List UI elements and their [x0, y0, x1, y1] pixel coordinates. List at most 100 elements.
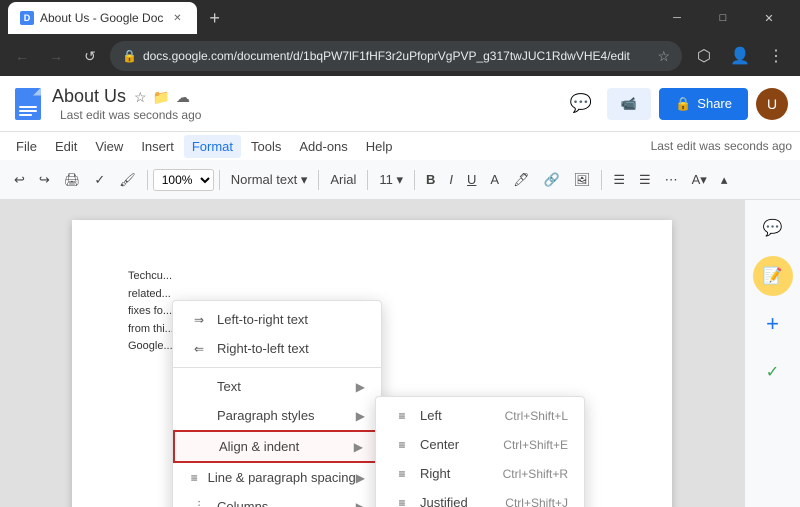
print-button[interactable]: 🖨	[58, 166, 87, 194]
new-tab-button[interactable]: +	[205, 8, 224, 29]
format-text[interactable]: Text ▶	[173, 372, 381, 401]
window-controls: ─ □ ✕	[654, 0, 792, 36]
address-bar: ← → ↺ 🔒 docs.google.com/document/d/1bqPW…	[0, 36, 800, 76]
align-submenu: ≡ Left Ctrl+Shift+L ≡ Center Ctrl+Shift+…	[375, 396, 585, 507]
align-left[interactable]: ≡ Left Ctrl+Shift+L	[376, 401, 584, 430]
align-right-icon: ≡	[392, 467, 412, 481]
align-justified-label: Justified	[420, 495, 485, 507]
browser-toolbar: ⬡ 👤 ⋮	[688, 40, 792, 72]
menu-format[interactable]: Format	[184, 135, 241, 158]
toolbar-divider-4	[367, 170, 368, 190]
italic-button[interactable]: I	[443, 166, 459, 194]
last-edit-status: Last edit was seconds ago	[651, 139, 792, 153]
docs-logo-icon	[15, 88, 41, 120]
star-doc-icon[interactable]: ☆	[134, 89, 147, 106]
user-avatar[interactable]: U	[756, 88, 788, 120]
bold-button[interactable]: B	[420, 166, 441, 194]
format-columns[interactable]: ⫶ Columns ▶	[173, 492, 381, 507]
more-button[interactable]: ⋯	[659, 166, 684, 194]
text-direction-button[interactable]: A▾	[686, 166, 713, 194]
format-paragraph[interactable]: Paragraph styles ▶	[173, 401, 381, 430]
back-button[interactable]: ←	[8, 42, 36, 70]
toolbar-divider-5	[414, 170, 415, 190]
tab-close-button[interactable]: ✕	[169, 10, 185, 26]
rtl-label: Right-to-left text	[217, 341, 365, 356]
share-button[interactable]: 🔒 Share	[659, 88, 748, 120]
header-right: 💬 📹 🔒 Share U	[563, 86, 788, 122]
right-sidebar: 💬 📝 + ✓	[744, 200, 800, 507]
underline-button[interactable]: U	[461, 166, 482, 194]
minimize-button[interactable]: ─	[654, 0, 700, 36]
close-button[interactable]: ✕	[746, 0, 792, 36]
align-left-label: Left	[420, 408, 485, 423]
styles-button[interactable]: Normal text ▾	[225, 166, 314, 194]
docs-area: About Us ☆ 📁 ☁ Last edit was seconds ago…	[0, 76, 800, 507]
note-button[interactable]: 📝	[753, 256, 793, 296]
format-align[interactable]: Align & indent ▶	[173, 430, 381, 463]
toolbar-divider-2	[219, 170, 220, 190]
maximize-button[interactable]: □	[700, 0, 746, 36]
add-comment-button[interactable]: 💬	[753, 208, 793, 248]
doc-title-icons: ☆ 📁 ☁	[134, 89, 190, 106]
font-button[interactable]: Arial	[324, 166, 362, 194]
lock-icon: 🔒	[122, 49, 137, 63]
extensions-icon[interactable]: ⬡	[688, 40, 720, 72]
columns-arrow: ▶	[356, 500, 365, 507]
highlight-button[interactable]: 🖊	[507, 166, 536, 194]
meet-icon: 📹	[621, 96, 637, 112]
folder-doc-icon[interactable]: 📁	[153, 89, 170, 106]
check-button[interactable]: ✓	[753, 352, 793, 392]
comments-button[interactable]: 💬	[563, 86, 599, 122]
zoom-select[interactable]: 100% 75% 125%	[153, 169, 214, 191]
linespace-label: Line & paragraph spacing	[208, 470, 356, 485]
link-button[interactable]: 🔗	[538, 166, 566, 194]
format-ltr[interactable]: ⇒ Left-to-right text	[173, 305, 381, 334]
undo-button[interactable]: ↩	[8, 166, 31, 194]
menu-addons[interactable]: Add-ons	[291, 135, 355, 158]
linespace-button[interactable]: ☰	[633, 166, 657, 194]
menu-insert[interactable]: Insert	[133, 135, 182, 158]
align-left-icon: ≡	[392, 409, 412, 423]
color-button[interactable]: A	[484, 166, 505, 194]
image-button[interactable]: 🖼	[568, 166, 597, 194]
format-rtl[interactable]: ⇐ Right-to-left text	[173, 334, 381, 363]
align-justified-shortcut: Ctrl+Shift+J	[505, 496, 568, 507]
active-tab[interactable]: D About Us - Google Doc ✕	[8, 2, 197, 34]
doc-title[interactable]: About Us	[52, 86, 126, 107]
forward-button[interactable]: →	[42, 42, 70, 70]
paint-button[interactable]: 🖌	[113, 166, 142, 194]
content-area: Techcu... related... fixes fo... from th…	[0, 200, 800, 507]
toolbar-divider-3	[318, 170, 319, 190]
url-text: docs.google.com/document/d/1bqPW7lF1fHF3…	[143, 49, 651, 63]
font-size-button[interactable]: 11 ▾	[373, 166, 409, 194]
spell-button[interactable]: ✓	[88, 166, 111, 194]
docs-toolbar: ↩ ↪ 🖨 ✓ 🖌 100% 75% 125% Normal text ▾ Ar…	[0, 160, 800, 200]
account-icon[interactable]: 👤	[724, 40, 756, 72]
meet-button[interactable]: 📹	[607, 88, 651, 120]
format-linespace[interactable]: ≡ Line & paragraph spacing ▶	[173, 463, 381, 492]
redo-button[interactable]: ↪	[33, 166, 56, 194]
align-center-label: Center	[420, 437, 483, 452]
collapse-toolbar-button[interactable]: ▴	[715, 166, 734, 194]
toolbar-divider-6	[601, 170, 602, 190]
menu-edit[interactable]: Edit	[47, 135, 85, 158]
align-center[interactable]: ≡ Center Ctrl+Shift+E	[376, 430, 584, 459]
menu-view[interactable]: View	[87, 135, 131, 158]
menu-file[interactable]: File	[8, 135, 45, 158]
url-bar[interactable]: 🔒 docs.google.com/document/d/1bqPW7lF1fH…	[110, 41, 682, 71]
menu-icon[interactable]: ⋮	[760, 40, 792, 72]
menu-help[interactable]: Help	[358, 135, 401, 158]
cloud-doc-icon[interactable]: ☁	[176, 89, 190, 106]
columns-label: Columns	[217, 499, 356, 507]
align-center-icon: ≡	[392, 438, 412, 452]
align-center-shortcut: Ctrl+Shift+E	[503, 438, 568, 452]
add-button[interactable]: +	[753, 304, 793, 344]
align-justified[interactable]: ≡ Justified Ctrl+Shift+J	[376, 488, 584, 507]
align-right[interactable]: ≡ Right Ctrl+Shift+R	[376, 459, 584, 488]
bookmark-icon[interactable]: ☆	[657, 48, 670, 65]
menu-tools[interactable]: Tools	[243, 135, 289, 158]
align-button[interactable]: ☰	[607, 166, 631, 194]
align-arrow: ▶	[354, 440, 363, 454]
share-icon: 🔒	[675, 96, 691, 112]
reload-button[interactable]: ↺	[76, 42, 104, 70]
